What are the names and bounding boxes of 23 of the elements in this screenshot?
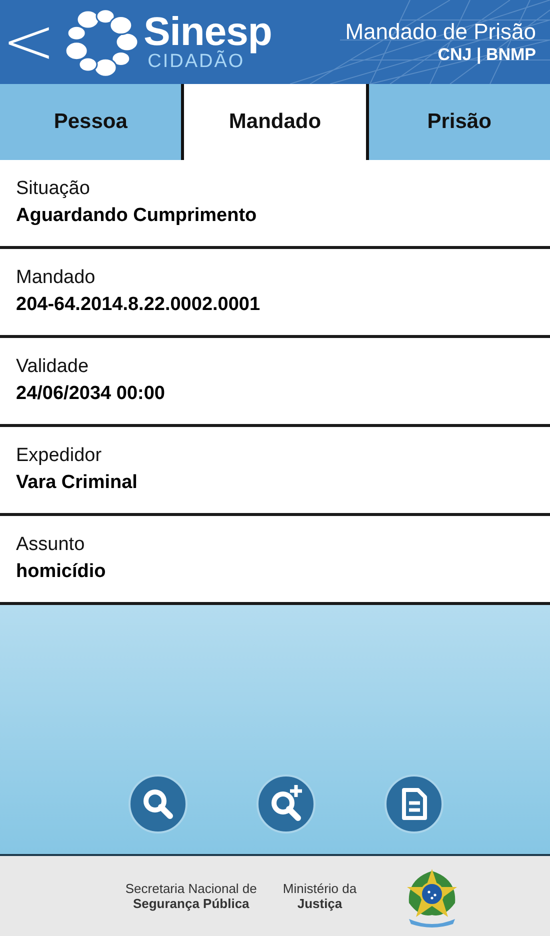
document-button[interactable] (384, 774, 444, 834)
field-label: Validade (16, 356, 90, 378)
search-button[interactable] (128, 774, 188, 834)
field-label: Assunto (16, 534, 86, 556)
page-title: Mandado de Prisão (345, 19, 536, 45)
field-value: Vara Criminal (16, 472, 138, 494)
field-label: Mandado (16, 267, 96, 289)
tab[interactable]: Mandado (181, 84, 369, 160)
field-value: 24/06/2034 00:00 (16, 383, 166, 405)
field-label: Expedidor (16, 445, 103, 467)
field-value: 204-64.2014.8.22.0002.0001 (16, 294, 262, 316)
brand-subtitle: CIDADÃO (148, 52, 245, 72)
footer-text: Secretaria Nacional de (125, 881, 257, 896)
field-label: Situação (16, 178, 91, 200)
page-subtitle: CNJ | BNMP (438, 45, 536, 65)
back-button[interactable]: < (2, 10, 56, 74)
field-value: homicídio (16, 561, 107, 583)
footer-text: Segurança Pública (132, 896, 250, 911)
footer-text: Ministério da (282, 881, 357, 896)
field-value: Aguardando Cumprimento (16, 205, 258, 227)
brand-name: Sinesp (144, 12, 272, 52)
footer-text: Justiça (297, 896, 342, 911)
zoom-in-button[interactable] (256, 774, 316, 834)
